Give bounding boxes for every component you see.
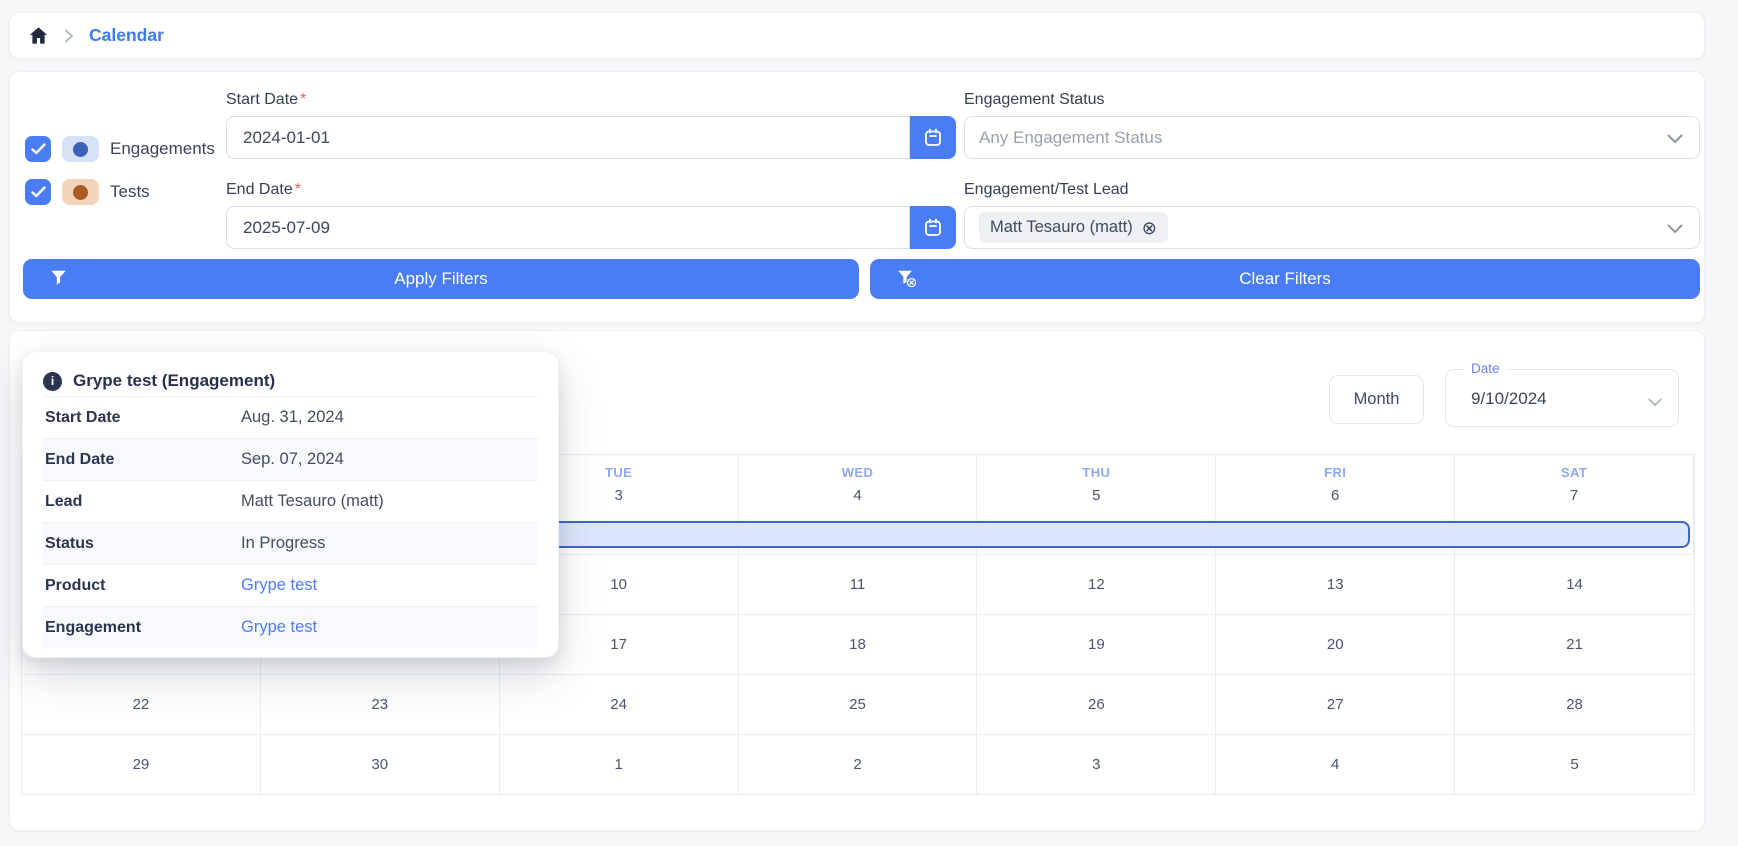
calendar-icon xyxy=(924,128,942,147)
day-cell[interactable]: 20 xyxy=(1216,615,1455,674)
clear-filters-button[interactable]: Clear Filters xyxy=(870,259,1700,299)
day-cell[interactable]: 13 xyxy=(1216,555,1455,614)
day-cell[interactable]: 2 xyxy=(739,735,978,794)
test-color-pill xyxy=(62,179,99,205)
date-field-value: 9/10/2024 xyxy=(1471,389,1547,409)
tests-toggle-row: Tests xyxy=(25,179,150,205)
day-cell[interactable]: 24 xyxy=(500,675,739,734)
weekday-header: SAT xyxy=(1561,465,1587,480)
end-date-value: Sep. 07, 2024 xyxy=(241,450,344,469)
day-cell[interactable]: 19 xyxy=(977,615,1216,674)
filter-clear-icon xyxy=(897,269,917,293)
day-cell[interactable]: 29 xyxy=(22,735,261,794)
day-cell[interactable]: 14 xyxy=(1455,555,1694,614)
end-date-input[interactable] xyxy=(226,206,910,249)
event-tooltip: i Grype test (Engagement) Start Date Aug… xyxy=(22,351,559,658)
engagement-color-pill xyxy=(62,136,99,162)
day-cell[interactable]: 3 xyxy=(977,735,1216,794)
start-date-label: Start Date* xyxy=(226,91,306,109)
day-cell[interactable]: 1 xyxy=(500,735,739,794)
home-icon xyxy=(28,25,49,46)
product-link[interactable]: Grype test xyxy=(241,576,317,595)
engagements-toggle-row: Engagements xyxy=(25,136,215,162)
day-cell[interactable]: 25 xyxy=(739,675,978,734)
home-link[interactable] xyxy=(28,25,49,46)
day-cell[interactable]: 5 xyxy=(1455,735,1694,794)
tooltip-title-row: i Grype test (Engagement) xyxy=(43,366,538,396)
day-cell[interactable]: 23 xyxy=(261,675,500,734)
breadcrumb: Calendar xyxy=(9,12,1705,59)
end-date-label: End Date* xyxy=(226,181,301,199)
remove-lead-icon[interactable]: ⊗ xyxy=(1142,219,1157,237)
check-icon xyxy=(31,143,46,155)
filter-panel: Engagements Tests Start Date* End Date* … xyxy=(9,71,1705,323)
breadcrumb-separator-icon xyxy=(63,29,75,43)
filter-icon xyxy=(50,269,67,291)
day-cell[interactable]: 11 xyxy=(739,555,978,614)
engagement-status-placeholder: Any Engagement Status xyxy=(979,128,1162,148)
engagement-status-label: Engagement Status xyxy=(964,91,1105,109)
tooltip-row-status: Status In Progress xyxy=(43,522,538,564)
lead-selected-chip: Matt Tesauro (matt) ⊗ xyxy=(979,212,1168,243)
tests-checkbox[interactable] xyxy=(25,179,51,205)
engagements-checkbox[interactable] xyxy=(25,136,51,162)
weekday-header: FRI xyxy=(1324,465,1346,480)
chevron-down-icon xyxy=(1648,394,1662,412)
engagements-toggle-label: Engagements xyxy=(110,139,215,159)
day-cell[interactable]: 22 xyxy=(22,675,261,734)
chevron-down-icon xyxy=(1667,131,1683,149)
month-view-button[interactable]: Month xyxy=(1329,375,1424,424)
calendar-date-field[interactable]: Date 9/10/2024 xyxy=(1445,369,1679,427)
calendar-page: Calendar Engagements Tests Start Date* E… xyxy=(0,0,1738,846)
required-asterisk: * xyxy=(300,91,306,108)
apply-filters-button[interactable]: Apply Filters xyxy=(23,259,859,299)
date-field-label: Date xyxy=(1464,361,1507,376)
day-cell[interactable]: 18 xyxy=(739,615,978,674)
tooltip-title: Grype test (Engagement) xyxy=(73,371,275,391)
lead-label: Engagement/Test Lead xyxy=(964,181,1129,199)
weekday-header: TUE xyxy=(605,465,632,480)
tooltip-row-end-date: End Date Sep. 07, 2024 xyxy=(43,438,538,480)
day-cell[interactable]: 30 xyxy=(261,735,500,794)
weekday-header: WED xyxy=(842,465,874,480)
breadcrumb-calendar-link[interactable]: Calendar xyxy=(89,25,164,46)
start-date-value: Aug. 31, 2024 xyxy=(241,408,344,427)
day-cell[interactable]: 21 xyxy=(1455,615,1694,674)
calendar-icon xyxy=(924,218,942,237)
start-date-input[interactable] xyxy=(226,116,910,159)
day-cell[interactable]: 12 xyxy=(977,555,1216,614)
day-cell[interactable]: 26 xyxy=(977,675,1216,734)
required-asterisk: * xyxy=(295,181,301,198)
status-value: In Progress xyxy=(241,534,325,553)
end-date-calendar-button[interactable] xyxy=(910,206,956,249)
tooltip-row-lead: Lead Matt Tesauro (matt) xyxy=(43,480,538,522)
day-cell[interactable]: 28 xyxy=(1455,675,1694,734)
tooltip-row-product: Product Grype test xyxy=(43,564,538,606)
info-icon: i xyxy=(43,372,62,391)
tooltip-row-start-date: Start Date Aug. 31, 2024 xyxy=(43,396,538,438)
tooltip-row-engagement: Engagement Grype test xyxy=(43,606,538,648)
day-cell[interactable]: 27 xyxy=(1216,675,1455,734)
calendar-week-row-4: 22 23 24 25 26 27 28 xyxy=(22,674,1694,734)
chevron-down-icon xyxy=(1667,221,1683,239)
lead-selected-value: Matt Tesauro (matt) xyxy=(990,218,1133,237)
day-cell[interactable]: 4 xyxy=(1216,735,1455,794)
engagement-link[interactable]: Grype test xyxy=(241,618,317,637)
tests-toggle-label: Tests xyxy=(110,182,150,202)
check-icon xyxy=(31,186,46,198)
test-dot-icon xyxy=(73,185,88,200)
lead-value: Matt Tesauro (matt) xyxy=(241,492,384,511)
engagement-dot-icon xyxy=(73,142,88,157)
engagement-status-select[interactable]: Any Engagement Status xyxy=(964,116,1700,159)
calendar-week-row-5: 29 30 1 2 3 4 5 xyxy=(22,734,1694,794)
weekday-header: THU xyxy=(1082,465,1110,480)
lead-select[interactable]: Matt Tesauro (matt) ⊗ xyxy=(964,206,1700,249)
start-date-calendar-button[interactable] xyxy=(910,116,956,159)
